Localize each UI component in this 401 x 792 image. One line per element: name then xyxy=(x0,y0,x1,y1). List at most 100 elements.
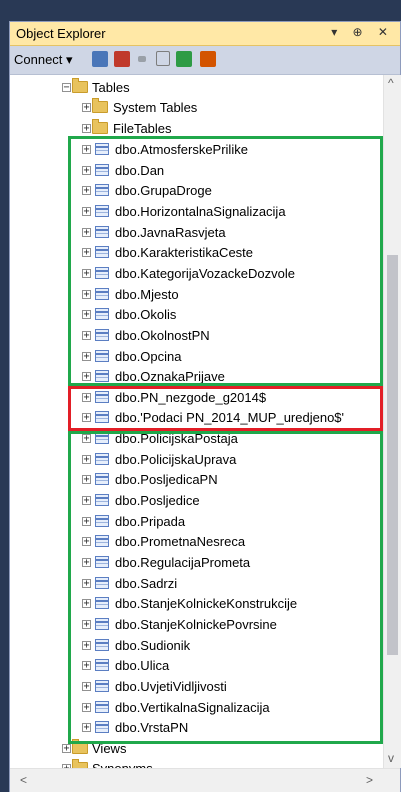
expand-toggle-icon[interactable]: + xyxy=(82,413,91,423)
tree-row-table[interactable]: + dbo.RegulacijaPrometa xyxy=(10,552,383,574)
tree-row-table[interactable]: + dbo.'Podaci PN_2014_MUP_uredjeno$' xyxy=(10,407,383,429)
tree-row-table[interactable]: + dbo.Sudionik xyxy=(10,635,383,657)
expand-toggle-icon[interactable]: + xyxy=(82,579,91,589)
tree-row-table[interactable]: + dbo.PolicijskaUprava xyxy=(10,449,383,471)
vertical-scrollbar[interactable]: ^ v xyxy=(383,75,401,768)
table-icon xyxy=(95,391,109,403)
tree-row-table[interactable]: + dbo.Okolis xyxy=(10,304,383,326)
expand-toggle-icon[interactable]: + xyxy=(82,537,91,547)
expand-toggle-icon[interactable]: + xyxy=(82,124,91,134)
tree-row-table[interactable]: + dbo.Posljedice xyxy=(10,490,383,512)
tree-row-table[interactable]: + dbo.OznakaPrijave xyxy=(10,366,383,388)
tree-row-table[interactable]: + dbo.Sadrzi xyxy=(10,573,383,595)
expand-toggle-icon[interactable]: + xyxy=(82,290,91,300)
panel-title-bar: Object Explorer ▾ ⊕ ✕ xyxy=(10,22,400,46)
tree-row-synonyms-folder[interactable]: +Synonyms xyxy=(10,758,383,768)
object-tree[interactable]: − Tables + System Tables + FileTables + dbo.Atm… xyxy=(10,75,383,768)
expand-toggle-icon[interactable]: + xyxy=(82,166,91,176)
table-name-label: dbo.Dan xyxy=(115,163,165,178)
tree-row-table[interactable]: + dbo.KategorijaVozackeDozvole xyxy=(10,263,383,285)
table-name-label: dbo.StanjeKolnickeKonstrukcije xyxy=(115,596,298,611)
expand-toggle-icon[interactable]: + xyxy=(82,496,91,506)
expand-toggle-icon[interactable]: + xyxy=(82,558,91,568)
panel-window-controls[interactable]: ▾ ⊕ ✕ xyxy=(331,25,394,39)
scroll-right-arrow-icon[interactable]: > xyxy=(366,773,373,787)
filter-icon[interactable] xyxy=(156,51,170,66)
object-explorer-toolbar: Connect ▾ xyxy=(10,46,400,75)
table-icon xyxy=(95,143,109,155)
expand-toggle-icon[interactable]: + xyxy=(82,475,91,485)
table-icon xyxy=(95,267,109,279)
tree-row-table[interactable]: + dbo.PrometnaNesreca xyxy=(10,531,383,553)
scroll-up-arrow-icon[interactable]: ^ xyxy=(388,76,394,90)
tree-row-table[interactable]: + dbo.Mjesto xyxy=(10,284,383,306)
expand-toggle-icon[interactable]: + xyxy=(82,310,91,320)
tree-row-table[interactable]: + dbo.StanjeKolnickeKonstrukcije xyxy=(10,593,383,615)
tree-row-table[interactable]: + dbo.Dan xyxy=(10,160,383,182)
horizontal-scrollbar[interactable]: < > xyxy=(10,768,400,792)
expand-toggle-icon[interactable]: + xyxy=(82,641,91,651)
tree-row-table[interactable]: + dbo.VrstaPN xyxy=(10,717,383,739)
tree-row-file-tables-folder[interactable]: + FileTables xyxy=(10,118,383,140)
expand-toggle-icon[interactable]: + xyxy=(82,599,91,609)
tree-row-table[interactable]: + dbo.GrupaDroge xyxy=(10,180,383,202)
tree-row-views-folder[interactable]: + Views xyxy=(10,738,383,760)
table-icon xyxy=(95,577,109,589)
table-name-label: dbo.Ulica xyxy=(115,658,170,673)
tree-row-table[interactable]: + dbo.Opcina xyxy=(10,346,383,368)
expand-toggle-icon[interactable]: + xyxy=(82,393,91,403)
expand-toggle-icon[interactable]: + xyxy=(82,372,91,382)
expand-toggle-icon[interactable]: + xyxy=(82,620,91,630)
refresh-icon[interactable] xyxy=(176,51,192,67)
expand-toggle-icon[interactable]: + xyxy=(82,434,91,444)
expand-toggle-icon[interactable]: + xyxy=(82,703,91,713)
table-name-label: dbo.'Podaci PN_2014_MUP_uredjeno$' xyxy=(115,410,345,425)
table-name-label: dbo.PrometnaNesreca xyxy=(115,534,246,549)
collapse-toggle-icon[interactable]: − xyxy=(62,83,71,93)
expand-toggle-icon[interactable]: + xyxy=(82,331,91,341)
expand-toggle-icon[interactable]: + xyxy=(82,186,91,196)
expand-toggle-icon[interactable]: + xyxy=(82,269,91,279)
expand-toggle-icon[interactable]: + xyxy=(82,682,91,692)
expand-toggle-icon[interactable]: + xyxy=(82,723,91,733)
expand-toggle-icon[interactable]: + xyxy=(82,517,91,527)
expand-toggle-icon[interactable]: + xyxy=(82,228,91,238)
scroll-down-arrow-icon[interactable]: v xyxy=(388,751,394,765)
tree-row-system-tables-folder[interactable]: + System Tables xyxy=(10,97,383,119)
tree-row-table[interactable]: + dbo.PosljedicaPN xyxy=(10,469,383,491)
scroll-left-arrow-icon[interactable]: < xyxy=(20,773,27,787)
expand-toggle-icon[interactable]: + xyxy=(82,352,91,362)
expand-toggle-icon[interactable]: + xyxy=(82,207,91,217)
expand-toggle-icon[interactable]: + xyxy=(82,455,91,465)
tree-row-table[interactable]: + dbo.OkolnostPN xyxy=(10,325,383,347)
tree-row-tables-folder[interactable]: − Tables xyxy=(10,77,383,99)
tree-row-table[interactable]: + dbo.Pripada xyxy=(10,511,383,533)
tree-row-table[interactable]: + dbo.StanjeKolnickePovrsine xyxy=(10,614,383,636)
tree-row-table[interactable]: + dbo.UvjetiVidljivosti xyxy=(10,676,383,698)
tree-row-table[interactable]: + dbo.JavnaRasvjeta xyxy=(10,222,383,244)
vertical-scroll-thumb[interactable] xyxy=(387,255,398,655)
connect-icon[interactable] xyxy=(92,51,108,67)
tree-row-table[interactable]: + dbo.PolicijskaPostaja xyxy=(10,428,383,450)
expand-toggle-icon[interactable]: + xyxy=(82,103,91,113)
tree-row-table[interactable]: + dbo.AtmosferskePrilike xyxy=(10,139,383,161)
folder-icon xyxy=(72,78,88,93)
tree-row-table[interactable]: + dbo.Ulica xyxy=(10,655,383,677)
tree-row-table[interactable]: + dbo.PN_nezgode_g2014$ xyxy=(10,387,383,409)
stop-icon[interactable] xyxy=(138,56,146,62)
tree-row-table[interactable]: + dbo.VertikalnaSignalizacija xyxy=(10,697,383,719)
disconnect-icon[interactable] xyxy=(114,51,130,67)
activity-monitor-icon[interactable] xyxy=(200,51,216,67)
table-icon xyxy=(95,329,109,341)
expand-toggle-icon[interactable]: + xyxy=(82,145,91,155)
table-name-label: dbo.VrstaPN xyxy=(115,720,189,735)
table-name-label: dbo.RegulacijaPrometa xyxy=(115,555,251,570)
connect-dropdown-button[interactable]: Connect ▾ xyxy=(14,52,73,68)
expand-toggle-icon[interactable]: + xyxy=(62,744,71,754)
tree-row-table[interactable]: + dbo.KarakteristikaCeste xyxy=(10,242,383,264)
tree-row-table[interactable]: + dbo.HorizontalnaSignalizacija xyxy=(10,201,383,223)
expand-toggle-icon[interactable]: + xyxy=(82,248,91,258)
table-icon xyxy=(95,184,109,196)
expand-toggle-icon[interactable]: + xyxy=(82,661,91,671)
table-icon xyxy=(95,288,109,300)
